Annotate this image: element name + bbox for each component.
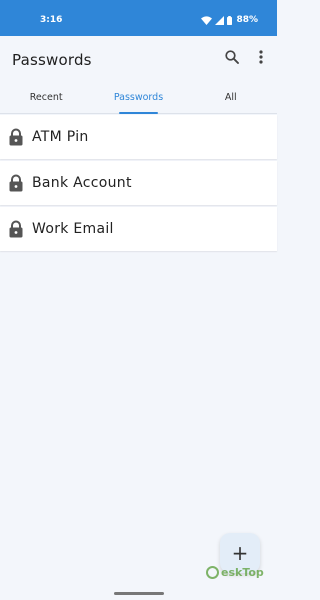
wifi-icon [201,15,213,25]
watermark-logo-icon [206,566,219,579]
watermark-text: eskTop [221,566,264,579]
home-indicator[interactable] [114,592,164,595]
password-label: Bank Account [32,175,132,191]
tab-all[interactable]: All [185,82,277,113]
password-label: Work Email [32,221,114,237]
battery-percent: 88% [236,15,258,25]
search-icon [225,50,239,64]
more-vert-icon [259,50,263,64]
status-bar: 3:16 88% [0,0,277,36]
signal-icon [215,15,225,25]
password-item-work-email[interactable]: Work Email [0,207,277,251]
watermark: eskTop [206,566,264,579]
page-title: Passwords [12,51,92,69]
tab-recent[interactable]: Recent [0,82,92,113]
tab-passwords[interactable]: Passwords [92,82,184,114]
app-bar: Passwords [0,36,277,82]
search-button[interactable] [222,47,242,67]
tab-bar: Recent Passwords All [0,82,277,114]
lock-icon [9,220,23,238]
status-time: 3:16 [40,15,63,25]
more-options-button[interactable] [251,47,271,67]
lock-icon [9,128,23,146]
battery-icon [227,15,233,25]
lock-icon [9,174,23,192]
password-item-atm-pin[interactable]: ATM Pin [0,115,277,159]
add-icon: + [231,541,249,565]
status-icons: 88% [201,15,258,25]
password-item-bank-account[interactable]: Bank Account [0,161,277,205]
password-label: ATM Pin [32,129,89,145]
password-list: ATM Pin Bank Account Work Email [0,115,277,253]
